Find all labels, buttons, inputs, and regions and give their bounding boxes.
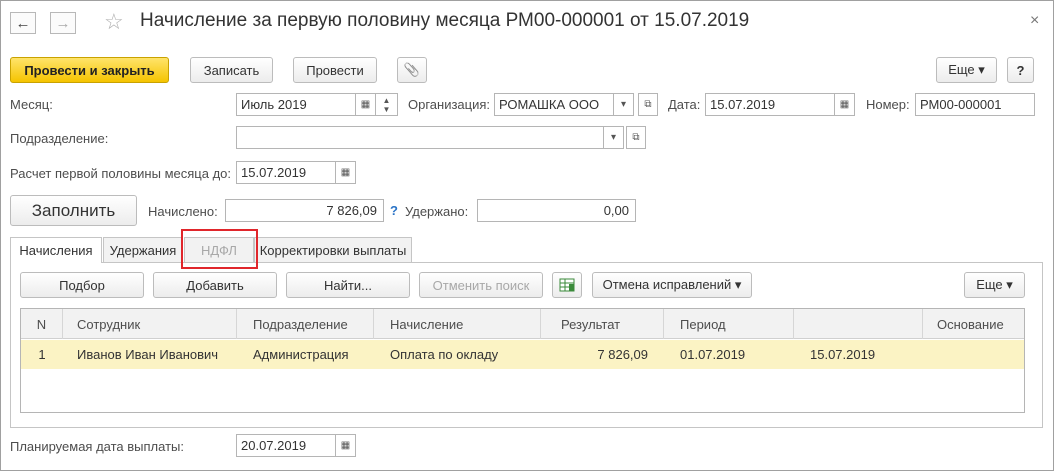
table-grid-icon (559, 278, 575, 292)
calendar-icon[interactable]: ▦ (356, 93, 376, 116)
tab-deductions[interactable]: Удержания (103, 237, 183, 262)
find-button[interactable]: Найти... (286, 272, 410, 298)
tab-payment-corrections[interactable]: Корректировки выплаты (254, 237, 412, 262)
grid-more-label: Еще ▾ (976, 277, 1013, 292)
month-value: Июль 2019 (241, 97, 307, 112)
close-icon[interactable]: × (1030, 12, 1039, 30)
table-cell: 7 826,09 (597, 347, 648, 362)
calc-until-label: Расчет первой половины месяца до: (10, 166, 231, 181)
accrued-label: Начислено: (148, 204, 218, 219)
accruals-table[interactable]: N Сотрудник Подразделение Начисление Рез… (20, 308, 1025, 413)
tab-accruals[interactable]: Начисления (10, 237, 102, 263)
organization-value: РОМАШКА ООО (499, 97, 600, 112)
chevron-down-icon[interactable]: ▾ (614, 93, 634, 116)
number-value: РМ00-000001 (920, 97, 1002, 112)
help-label: ? (1016, 62, 1025, 78)
tab-deductions-label: Удержания (109, 242, 177, 258)
open-organization-icon[interactable]: ⧉ (638, 93, 658, 116)
department-field[interactable] (236, 126, 604, 149)
forward-button[interactable]: → (50, 12, 76, 34)
table-settings-button[interactable] (552, 272, 582, 298)
back-button[interactable]: ← (10, 12, 36, 34)
table-cell: 01.07.2019 (680, 347, 746, 362)
column-header[interactable]: Начисление (374, 309, 541, 339)
arrow-right-icon: → (55, 14, 71, 32)
table-cell (923, 340, 1026, 369)
column-header[interactable] (794, 309, 923, 339)
table-row[interactable]: 1 Иванов Иван Иванович Администрация Опл… (21, 340, 1024, 369)
arrow-left-icon: ← (15, 14, 31, 32)
number-label: Номер: (866, 97, 910, 112)
save-button[interactable]: Записать (190, 57, 273, 83)
column-header[interactable]: Период (664, 309, 794, 339)
post-and-close-button[interactable]: Провести и закрыть (10, 57, 169, 83)
more-label: Еще ▾ (948, 62, 985, 77)
column-header[interactable]: N (21, 309, 63, 339)
withheld-value: 0,00 (603, 203, 629, 218)
column-header[interactable]: Основание (923, 309, 1026, 339)
find-label: Найти... (324, 277, 372, 293)
table-header: N Сотрудник Подразделение Начисление Рез… (21, 309, 1024, 339)
column-header[interactable]: Подразделение (237, 309, 374, 339)
post-button[interactable]: Провести (293, 57, 377, 83)
highlight-frame (181, 229, 258, 269)
tab-accruals-label: Начисления (19, 243, 93, 258)
grid-more-button[interactable]: Еще ▾ (964, 272, 1025, 298)
accrued-value: 7 826,09 (326, 203, 377, 218)
column-header[interactable]: Сотрудник (63, 309, 237, 339)
table-cell: Администрация (253, 347, 349, 362)
favorite-star-icon[interactable]: ☆ (104, 9, 124, 35)
chevron-down-icon[interactable]: ▾ (604, 126, 624, 149)
table-cell: 15.07.2019 (810, 347, 876, 362)
table-cell: 1 (38, 347, 46, 362)
department-label: Подразделение: (10, 131, 109, 146)
pay-date-label: Планируемая дата выплаты: (10, 439, 184, 454)
page-title: Начисление за первую половину месяца РМ0… (140, 10, 750, 31)
column-header[interactable]: Результат (541, 309, 664, 339)
post-and-close-label: Провести и закрыть (24, 62, 155, 78)
cancel-search-label: Отменить поиск (432, 277, 530, 293)
calendar-icon[interactable]: ▦ (336, 161, 356, 184)
fill-label: Заполнить (31, 200, 116, 220)
date-label: Дата: (668, 97, 701, 112)
save-label: Записать (203, 62, 260, 78)
paperclip-icon: 📎 (403, 62, 421, 77)
organization-label: Организация: (408, 97, 491, 112)
help-button[interactable]: ? (1007, 57, 1034, 83)
calc-until-value: 15.07.2019 (241, 165, 307, 180)
withheld-field: 0,00 (477, 199, 636, 222)
post-label: Провести (306, 62, 364, 78)
table-cell: Оплата по окладу (390, 347, 499, 362)
open-department-icon[interactable]: ⧉ (626, 126, 646, 149)
table-cell: Иванов Иван Иванович (77, 347, 219, 362)
calendar-icon[interactable]: ▦ (336, 434, 356, 457)
number-field[interactable]: РМ00-000001 (915, 93, 1035, 116)
add-label: Добавить (186, 277, 244, 293)
pick-button[interactable]: Подбор (20, 272, 144, 298)
tab-payment-corrections-label: Корректировки выплаты (259, 242, 407, 258)
cancel-search-button[interactable]: Отменить поиск (419, 272, 543, 298)
cancel-corrections-button[interactable]: Отмена исправлений ▾ (592, 272, 752, 298)
more-button[interactable]: Еще ▾ (936, 57, 997, 83)
pay-date-value: 20.07.2019 (241, 438, 307, 453)
pick-label: Подбор (59, 277, 105, 293)
accrued-field: 7 826,09 (225, 199, 384, 222)
date-value: 15.07.2019 (710, 97, 776, 112)
pay-date-field[interactable]: 20.07.2019 (236, 434, 336, 457)
accrued-help-icon[interactable]: ? (390, 203, 398, 218)
month-field[interactable]: Июль 2019 (236, 93, 356, 116)
month-label: Месяц: (10, 97, 53, 112)
date-field[interactable]: 15.07.2019 (705, 93, 835, 116)
add-button[interactable]: Добавить (153, 272, 277, 298)
fill-button[interactable]: Заполнить (10, 195, 137, 226)
cancel-corrections-label: Отмена исправлений ▾ (602, 277, 742, 292)
month-spinner-icon[interactable]: ▲ ▼ (376, 93, 398, 116)
calc-until-field[interactable]: 15.07.2019 (236, 161, 336, 184)
withheld-label: Удержано: (405, 204, 469, 219)
attach-button[interactable]: 📎 (397, 57, 427, 83)
organization-field[interactable]: РОМАШКА ООО (494, 93, 614, 116)
calendar-icon[interactable]: ▦ (835, 93, 855, 116)
